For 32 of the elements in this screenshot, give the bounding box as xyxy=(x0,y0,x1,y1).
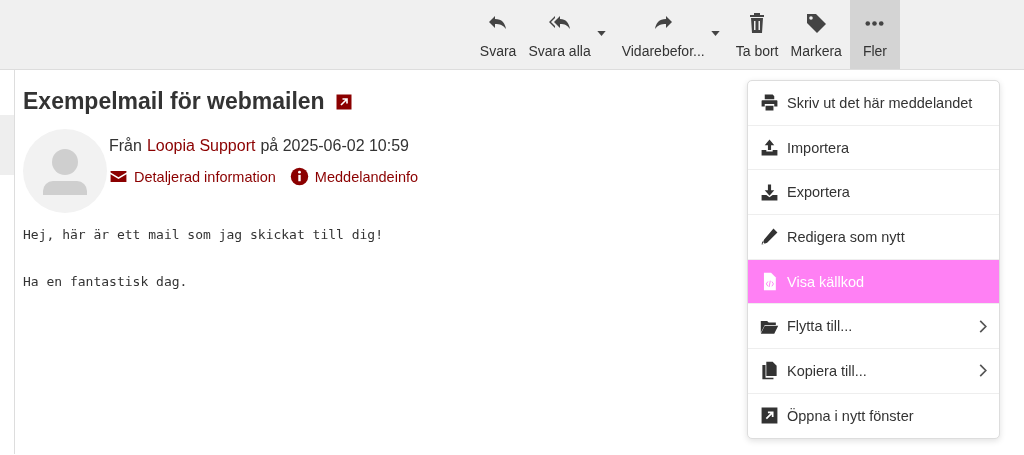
printer-icon xyxy=(760,93,779,113)
body-text: Hej, här är ett mail som jag skickat till dig! xyxy=(23,227,385,242)
toolbar-button[interactable]: Vidarebefor... xyxy=(617,0,709,69)
toolbar-button[interactable]: Fler xyxy=(849,0,900,69)
menu-item[interactable]: Redigera som nytt xyxy=(748,215,999,260)
external-link-icon[interactable] xyxy=(334,92,353,111)
sender-link[interactable]: Loopia Support xyxy=(146,137,256,155)
from-label: Från xyxy=(109,137,142,155)
more-icon xyxy=(865,20,885,26)
menu-item[interactable]: Importera xyxy=(748,125,999,171)
menu-item[interactable]: Öppna i nytt fönster xyxy=(748,393,999,438)
message-subject: Exempelmail för webmailen xyxy=(23,88,325,115)
menu-item[interactable]: Exportera xyxy=(748,170,999,216)
caret-icon[interactable] xyxy=(596,31,606,36)
date-text: på 2025-06-02 10:59 xyxy=(260,137,409,155)
toolbar-button[interactable]: Markera xyxy=(786,0,846,69)
menu-item[interactable]: Kopiera till... xyxy=(748,349,999,394)
info-icon xyxy=(289,167,309,186)
header-link[interactable]: Meddelandeinfo xyxy=(289,167,419,186)
menu-item[interactable]: Flytta till... xyxy=(748,304,999,350)
copy-icon xyxy=(760,361,779,381)
external-link-icon xyxy=(760,406,779,426)
toolbar-button[interactable]: Ta bort xyxy=(731,0,783,69)
upload-icon xyxy=(760,138,779,158)
toolbar-button[interactable]: Svara xyxy=(475,0,521,69)
pencil-icon xyxy=(760,227,779,247)
download-icon xyxy=(760,182,779,202)
menu-item[interactable]: Skriv ut det här meddelandet xyxy=(748,81,999,126)
caret-icon[interactable] xyxy=(710,31,720,36)
body-text: Ha en fantastisk dag. xyxy=(23,274,189,289)
header-link[interactable]: Detaljerad information xyxy=(109,167,276,186)
toolbar-button[interactable]: Svara alla xyxy=(524,0,595,69)
